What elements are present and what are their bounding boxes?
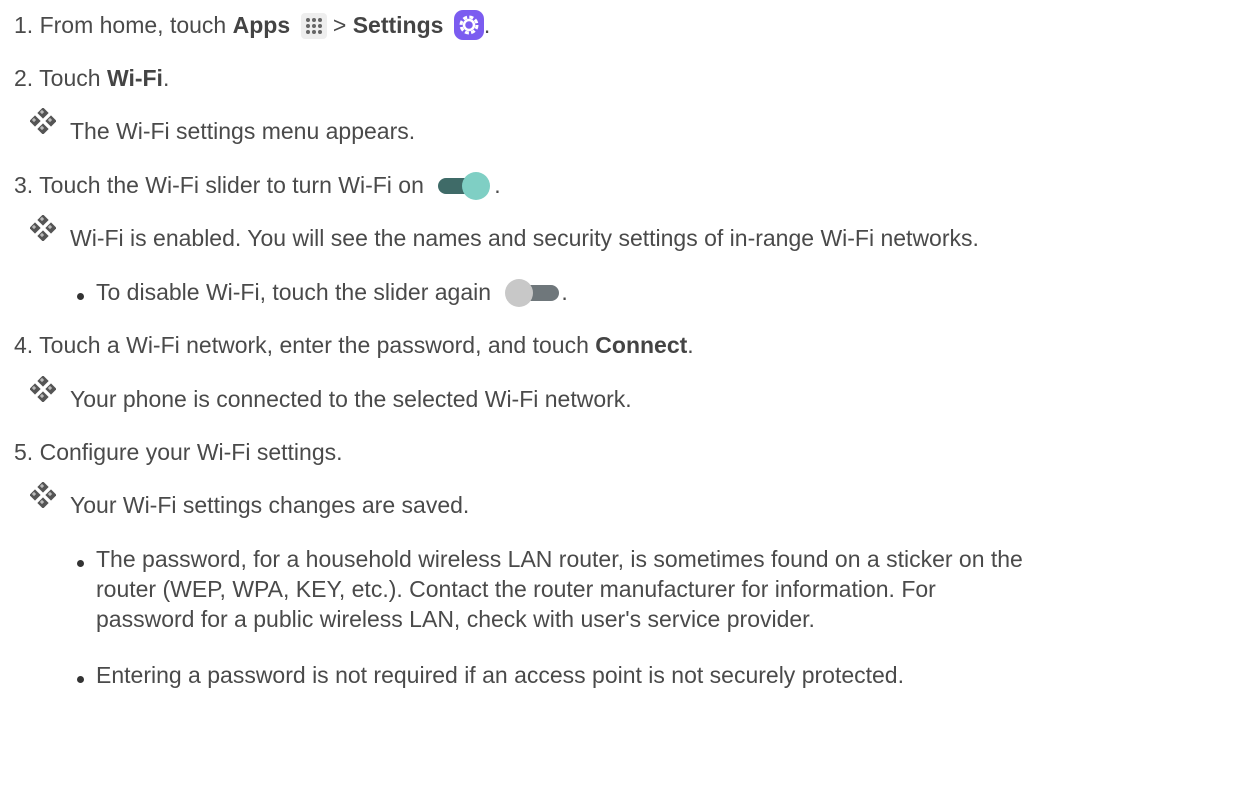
step-text: Configure your Wi-Fi settings. [39, 439, 343, 465]
result-text: The Wi-Fi settings menu appears. [70, 118, 416, 144]
bullet-line: password for a public wireless LAN, chec… [96, 606, 815, 632]
bullet-dot [77, 560, 84, 567]
step-text: From home, touch [39, 12, 233, 38]
step-4: 4. Touch a Wi-Fi network, enter the pass… [14, 330, 694, 360]
bullet-line: The password, for a household wireless L… [96, 546, 1023, 572]
step-number: 2. [14, 65, 34, 91]
step-5: 5. Configure your Wi-Fi settings. [14, 437, 343, 467]
step-text: Touch [39, 65, 107, 91]
step-1: 1. From home, touch Apps > Settings . [14, 10, 490, 40]
punctuation: . [494, 172, 501, 198]
diamond-cluster-icon [30, 376, 56, 402]
toggle-on-icon [438, 172, 491, 200]
bullet-line: router (WEP, WPA, KEY, etc.). Contact th… [96, 576, 936, 602]
step-number: 1. [14, 12, 34, 38]
punctuation: . [483, 12, 491, 38]
connect-label: Connect [595, 332, 688, 358]
bullet-dot [77, 293, 84, 300]
result-text: Wi-Fi is enabled. You will see the names… [70, 225, 979, 251]
punctuation: . [561, 279, 568, 305]
step-number: 5. [14, 439, 34, 465]
diamond-cluster-icon [30, 482, 56, 508]
apps-label: Apps [232, 12, 291, 38]
apps-grid-icon [300, 13, 327, 39]
punctuation: . [162, 65, 170, 91]
diamond-cluster-icon [30, 215, 56, 241]
settings-gear-icon [453, 10, 484, 40]
result-text: Your Wi-Fi settings changes are saved. [70, 492, 470, 518]
step-text: Touch a Wi-Fi network, enter the passwor… [39, 332, 596, 358]
diamond-cluster-icon [30, 108, 56, 134]
bullet-text: To disable Wi-Fi, touch the slider again [96, 279, 498, 305]
bullet-text: Entering a password is not required if a… [96, 662, 904, 688]
bullet-item: To disable Wi-Fi, touch the slider again… [96, 277, 568, 308]
bullet-item: The password, for a household wireless L… [96, 544, 1216, 634]
settings-label: Settings [352, 12, 444, 38]
separator: > [326, 12, 353, 38]
step-3: 3. Touch the Wi-Fi slider to turn Wi-Fi … [14, 170, 501, 201]
bullet-dot [77, 676, 84, 683]
step-number: 4. [14, 332, 34, 358]
toggle-off-icon [505, 279, 560, 307]
wifi-label: Wi-Fi [106, 65, 163, 91]
result-text: Your phone is connected to the selected … [70, 386, 632, 412]
step-text: Touch the Wi-Fi slider to turn Wi-Fi on [39, 172, 431, 198]
punctuation: . [687, 332, 694, 358]
step-number: 3. [14, 172, 34, 198]
step-2: 2. Touch Wi-Fi. [14, 63, 169, 93]
